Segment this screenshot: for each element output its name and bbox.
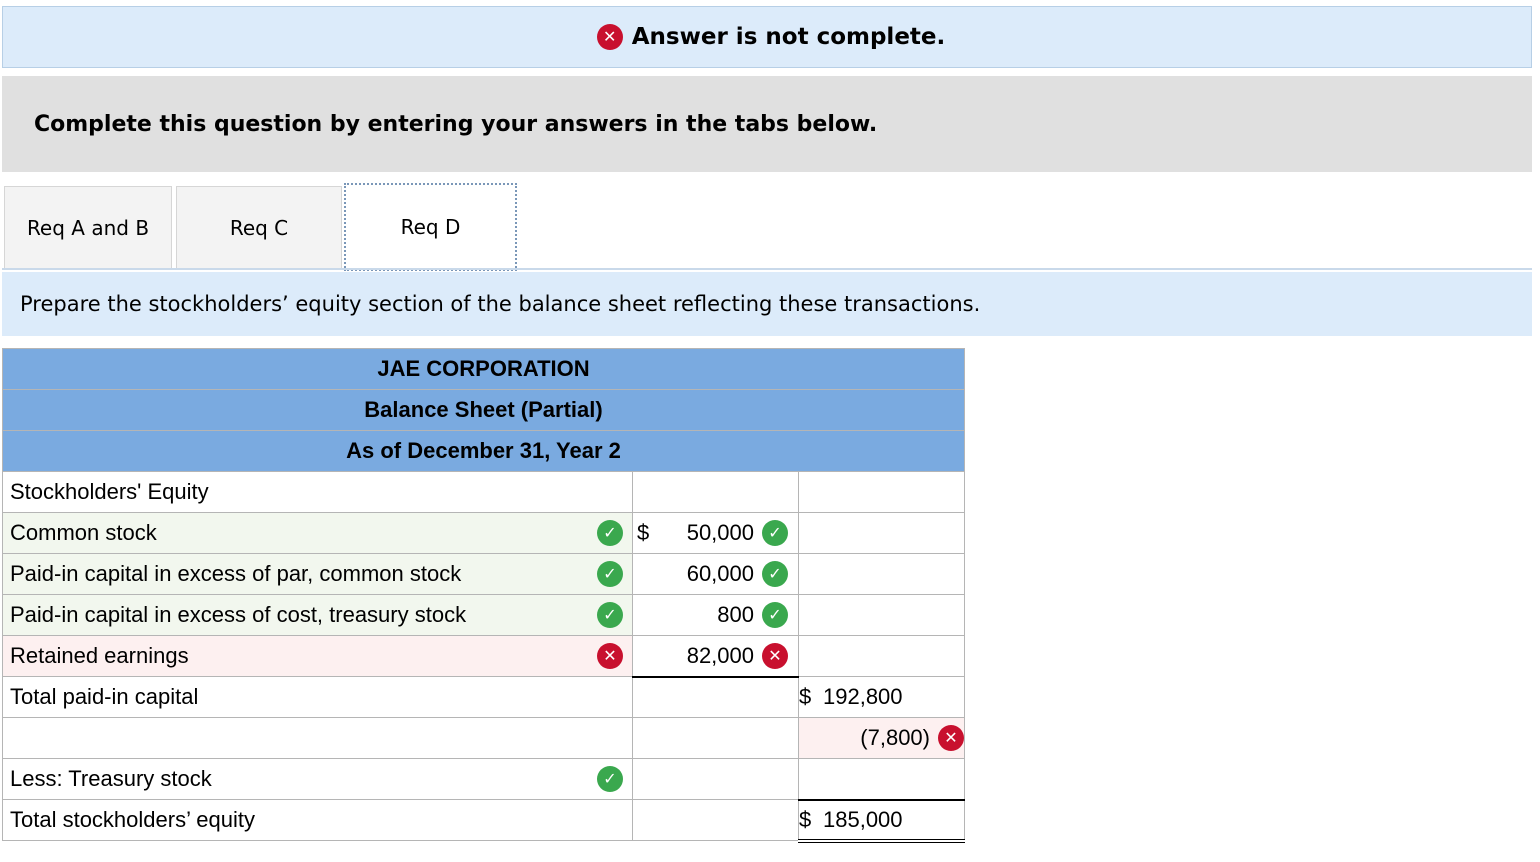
account-select[interactable]: Paid-in capital in excess of par, common… [2,553,633,595]
row-label: Retained earnings [10,643,189,668]
total-input[interactable]: $ 185,000 [798,799,965,843]
row-label: Less: Treasury stock [10,766,212,791]
currency-symbol: $ [637,520,650,545]
amount-cell-empty[interactable] [632,471,799,513]
total-input[interactable]: $ 192,800 [798,676,965,718]
status-banner: ✕ Answer is not complete. [2,6,1532,68]
row-label: Common stock [10,520,157,545]
x-circle-icon: ✕ [596,24,623,50]
total-value: (7,800) [860,725,930,750]
amount-input[interactable]: $ 50,000 ✓ [632,512,799,554]
total-input[interactable]: (7,800) ✕ [798,717,965,759]
total-value: 192,800 [823,684,903,709]
total-input[interactable] [798,553,965,595]
amount-input[interactable] [632,799,799,841]
banner-text: Answer is not complete. [631,24,946,50]
section-label: Stockholders' Equity [2,471,633,513]
account-select[interactable]: Retained earnings ✕ [2,635,633,677]
check-icon: ✓ [762,520,788,546]
amount-input[interactable] [632,758,799,800]
statement-title: Balance Sheet (Partial) [2,389,965,431]
account-select[interactable]: Common stock ✓ [2,512,633,554]
table-row: Common stock ✓ $ 50,000 ✓ [2,512,965,554]
instructions: Complete this question by entering your … [2,76,1532,172]
x-circle-icon: ✕ [597,643,623,669]
check-icon: ✓ [597,520,623,546]
amount-value: 82,000 [686,642,754,668]
table-row: Less: Treasury stock ✓ [2,758,965,801]
total-input[interactable] [798,594,965,636]
amount-input[interactable]: 82,000 ✕ [632,635,799,678]
amount-input[interactable]: 800 ✓ [632,594,799,636]
account-select[interactable]: Paid-in capital in excess of cost, treas… [2,594,633,636]
x-circle-icon: ✕ [938,725,964,751]
row-label: Paid-in capital in excess of par, common… [10,561,462,586]
balance-sheet-table: JAE CORPORATION Balance Sheet (Partial) … [2,348,965,843]
total-value: 185,000 [823,806,903,832]
currency-symbol: $ [799,806,812,832]
total-input[interactable] [798,512,965,554]
check-icon: ✓ [597,766,623,792]
table-row: Retained earnings ✕ 82,000 ✕ [2,635,965,678]
check-icon: ✓ [762,602,788,628]
table-row: Total stockholders’ equity $ 185,000 [2,799,965,843]
amount-input[interactable]: 60,000 ✓ [632,553,799,595]
company-name: JAE CORPORATION [2,348,965,390]
tab-divider [2,268,1532,270]
account-select[interactable] [2,717,633,759]
table-row: (7,800) ✕ [2,717,965,759]
amount-value: 800 [717,602,754,627]
tab-req-a-and-b[interactable]: Req A and B [4,186,172,270]
row-label: Paid-in capital in excess of cost, treas… [10,602,467,627]
tab-req-d[interactable]: Req D [344,183,517,271]
amount-input[interactable] [632,676,799,718]
total-cell-empty[interactable] [798,471,965,513]
currency-symbol: $ [799,684,812,709]
statement-date: As of December 31, Year 2 [2,430,965,472]
account-select[interactable]: Less: Treasury stock ✓ [2,758,633,800]
table-row: Paid-in capital in excess of par, common… [2,553,965,595]
table-row: Total paid-in capital $ 192,800 [2,676,965,718]
total-input[interactable] [798,635,965,677]
tab-req-c[interactable]: Req C [176,186,342,270]
x-circle-icon: ✕ [762,642,788,669]
row-label: Total stockholders’ equity [2,799,633,841]
check-icon: ✓ [597,561,623,587]
account-select[interactable]: Total paid-in capital [2,676,633,718]
check-icon: ✓ [762,561,788,587]
check-icon: ✓ [597,602,623,628]
amount-value: 60,000 [686,561,754,586]
amount-value: 50,000 [686,520,754,545]
amount-input[interactable] [632,717,799,759]
total-input[interactable] [798,758,965,801]
question-prompt: Prepare the stockholders’ equity section… [2,272,1532,336]
table-row: Paid-in capital in excess of cost, treas… [2,594,965,636]
